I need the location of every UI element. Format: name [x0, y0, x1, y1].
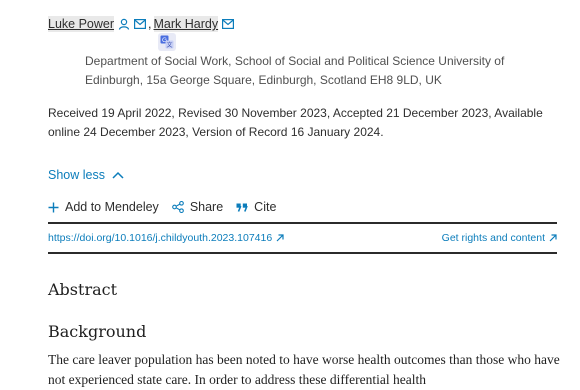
- envelope-icon[interactable]: [222, 19, 235, 29]
- doi-row: https://doi.org/10.1016/j.childyouth.202…: [48, 232, 557, 244]
- author-list: Luke Power , Mark Hardy: [48, 14, 235, 34]
- article-actions: Add to Mendeley Share Cite: [48, 200, 289, 214]
- person-icon[interactable]: [118, 18, 130, 30]
- author-separator: ,: [148, 17, 152, 31]
- cite-button[interactable]: Cite: [236, 200, 276, 214]
- divider: [48, 222, 557, 224]
- abstract-heading: Abstract: [48, 280, 118, 299]
- affiliation-text: Department of Social Work, School of Soc…: [85, 54, 505, 87]
- translate-icon[interactable]: G文: [158, 33, 176, 51]
- plus-icon: [48, 202, 59, 213]
- show-less-button[interactable]: Show less: [48, 168, 124, 182]
- envelope-icon[interactable]: [134, 19, 147, 29]
- share-button[interactable]: Share: [171, 200, 224, 214]
- quote-icon: [236, 203, 248, 212]
- background-paragraph: The care leaver population has been note…: [48, 352, 560, 387]
- external-link-icon: [276, 234, 284, 242]
- show-less-label: Show less: [48, 168, 105, 182]
- rights-link[interactable]: Get rights and content: [442, 232, 557, 244]
- external-link-icon: [549, 234, 557, 242]
- author-link-luke-power[interactable]: Luke Power: [48, 16, 115, 32]
- share-label: Share: [189, 200, 224, 214]
- add-to-mendeley-label: Add to Mendeley: [65, 200, 159, 214]
- chevron-up-icon: [112, 171, 124, 179]
- svg-text:文: 文: [166, 41, 172, 49]
- rights-label: Get rights and content: [441, 232, 545, 244]
- doi-text: https://doi.org/10.1016/j.childyouth.202…: [48, 232, 273, 244]
- cite-label: Cite: [254, 200, 277, 214]
- publication-dates: Received 19 April 2022, Revised 30 Novem…: [48, 106, 543, 139]
- doi-link[interactable]: https://doi.org/10.1016/j.childyouth.202…: [48, 232, 284, 244]
- share-icon: [171, 201, 184, 213]
- divider: [48, 252, 557, 254]
- background-heading: Background: [48, 322, 147, 341]
- author-link-mark-hardy[interactable]: Mark Hardy: [153, 16, 219, 32]
- add-to-mendeley-button[interactable]: Add to Mendeley: [48, 200, 159, 214]
